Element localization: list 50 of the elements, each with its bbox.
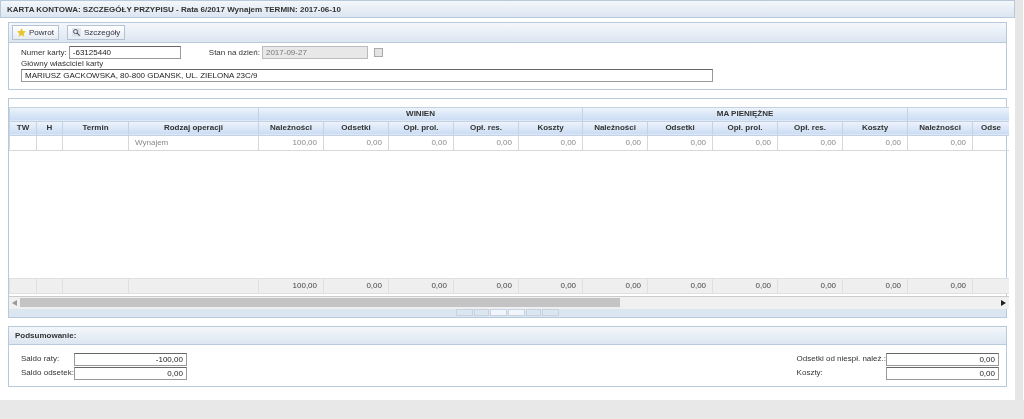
table-cell: 0,00 xyxy=(647,135,713,150)
summary-field[interactable]: 0,00 xyxy=(886,352,999,366)
summary-field[interactable]: 0,00 xyxy=(886,366,999,380)
scrollbar-track[interactable] xyxy=(1015,0,1023,400)
column-group-header: WINIEN xyxy=(258,107,583,121)
table-cell: 100,00 xyxy=(258,135,324,150)
owner-field[interactable]: MARIUSZ GACKOWSKA, 80-800 GDANSK, UL. ZIELONA 23C/9 xyxy=(21,69,713,82)
total-cell: 0,00 xyxy=(388,278,454,293)
total-cell: 0,00 xyxy=(712,278,778,293)
field-label: Stan na dzień: xyxy=(208,47,260,58)
summary-field[interactable]: 0,00 xyxy=(73,366,187,380)
table-cell: 0,00 xyxy=(907,135,973,150)
table-cell: 0,00 xyxy=(842,135,908,150)
scrollbar-thumb[interactable] xyxy=(20,298,620,307)
table-cell: 0,00 xyxy=(712,135,778,150)
toolbar-button[interactable]: Szczegóły xyxy=(66,25,126,40)
table-cell: Wynajem xyxy=(128,135,259,150)
pager-drawing[interactable] xyxy=(455,308,560,316)
search-icon xyxy=(71,28,81,37)
table-cell: 0,00 xyxy=(388,135,454,150)
scroll-right-icon[interactable] xyxy=(1001,299,1006,306)
scroll-left-icon[interactable] xyxy=(12,299,17,306)
table-cell: 0,00 xyxy=(453,135,519,150)
total-cell: 0,00 xyxy=(582,278,648,293)
total-cell: 0,00 xyxy=(323,278,389,293)
toolbar-button[interactable]: Powrot xyxy=(12,25,59,40)
window-title: KARTA KONTOWA: SZCZEGÓŁY PRZYPISU - Rata 6/2017 Wynajem TERMIN: 2017-06-10 xyxy=(0,0,1015,18)
star-icon xyxy=(17,28,26,37)
total-cell: 0,00 xyxy=(777,278,843,293)
field-label: Koszty: xyxy=(796,368,824,378)
column-group-header: MA PIENIĘŻNE xyxy=(582,107,908,121)
field-label: Numer karty: xyxy=(21,47,67,58)
field-label: Główny właściciel karty xyxy=(21,59,105,69)
calendar-icon[interactable] xyxy=(373,48,383,57)
field-label: Saldo raty: xyxy=(21,354,61,364)
table-cell: 0,00 xyxy=(323,135,389,150)
total-cell: 0,00 xyxy=(842,278,908,293)
card-number-field[interactable]: -63125440 xyxy=(68,46,181,59)
table-cell: 0,00 xyxy=(777,135,843,150)
total-cell: 0,00 xyxy=(907,278,973,293)
table-cell: 0,00 xyxy=(582,135,648,150)
total-cell: 0,00 xyxy=(518,278,583,293)
total-cell: 100,00 xyxy=(258,278,324,293)
field-label: Saldo odsetek: xyxy=(21,368,74,378)
summary-field[interactable]: -100,00 xyxy=(73,352,187,366)
section-title: Podsumowanie: xyxy=(9,326,1006,345)
table-cell: 0,00 xyxy=(518,135,583,150)
total-cell: 0,00 xyxy=(647,278,713,293)
field-label: Odsetki od niespł. naleź.: xyxy=(796,354,886,364)
total-cell: 0,00 xyxy=(453,278,519,293)
